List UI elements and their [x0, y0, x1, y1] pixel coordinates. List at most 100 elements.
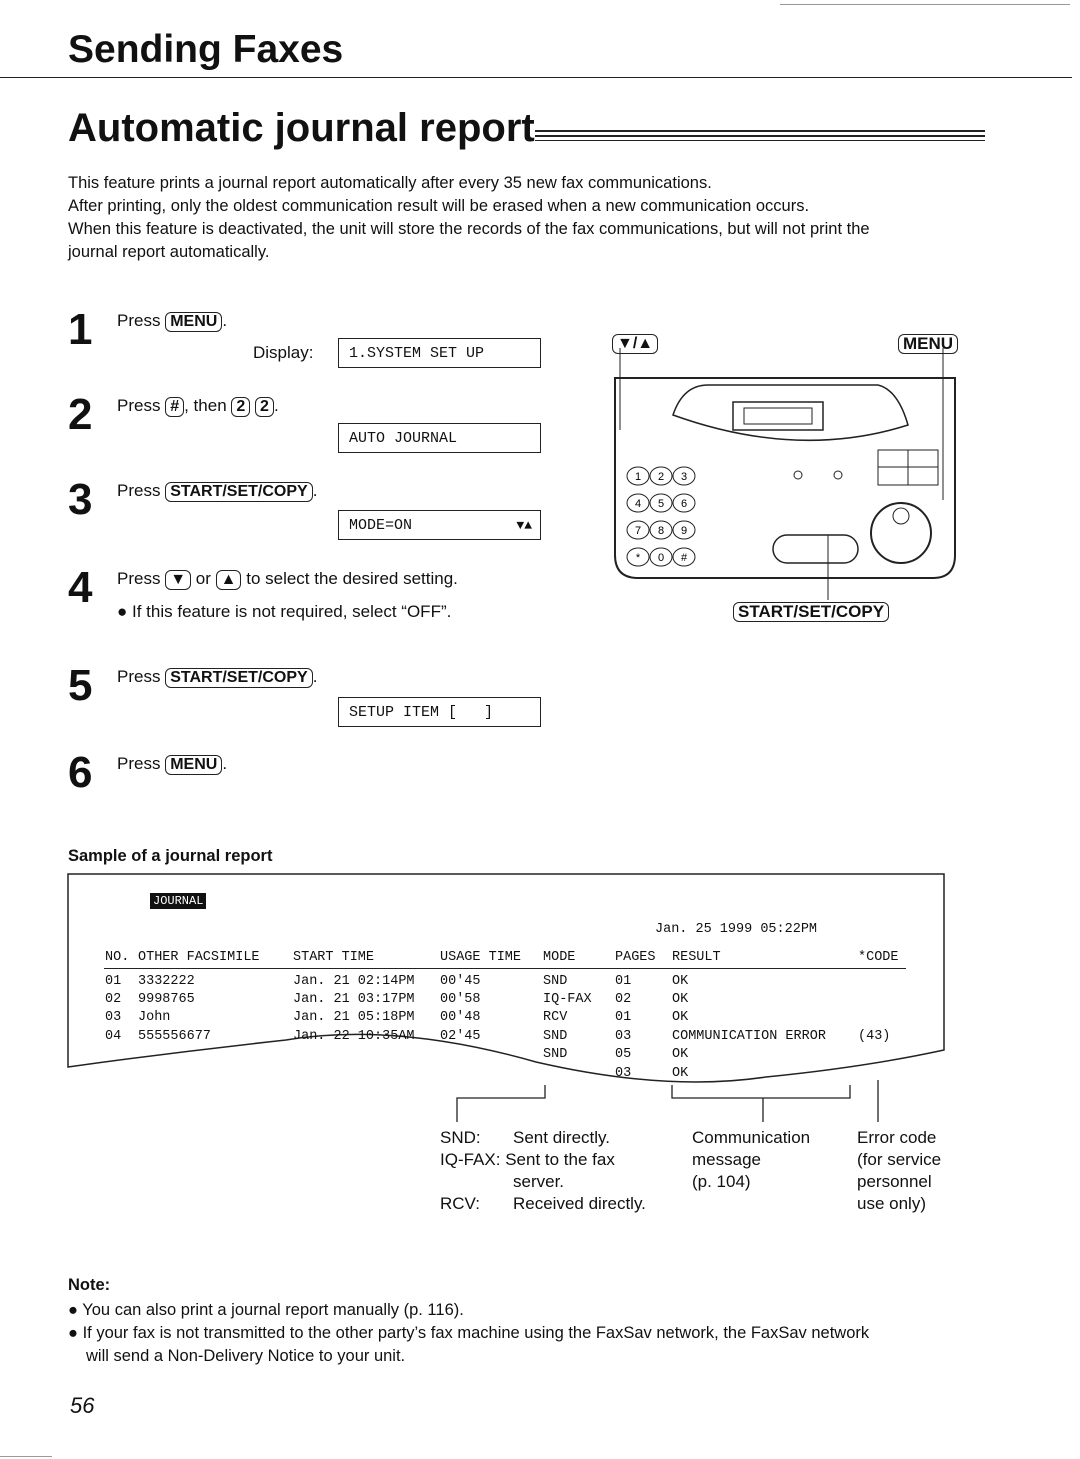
table-cell: OK: [672, 1047, 689, 1062]
key-2: 2: [255, 397, 274, 417]
keypad-key-label: 5: [658, 498, 664, 510]
note-heading: Note:: [68, 1276, 111, 1294]
table-cell: 00'48: [440, 1010, 481, 1025]
keypad-key-label: 7: [635, 525, 641, 537]
step-number: 2: [68, 390, 93, 439]
step-4-bullet: ● If this feature is not required, selec…: [117, 602, 452, 621]
arrows-icon: ▼▲: [516, 518, 532, 533]
intro-line: journal report automatically.: [68, 243, 270, 261]
column-header: MODE: [543, 950, 576, 965]
start-set-copy-key: START/SET/COPY: [165, 482, 313, 502]
step-3-text: Press START/SET/COPY.: [117, 481, 317, 502]
lcd-display: SETUP ITEM [ ]: [338, 697, 541, 727]
text: use only): [857, 1194, 926, 1213]
text: personnel: [857, 1172, 932, 1191]
display-label: Display:: [253, 343, 314, 362]
table-cell: 01: [615, 1010, 632, 1025]
table-cell: 01: [615, 974, 632, 989]
start-set-copy-key: START/SET/COPY: [165, 668, 313, 688]
keypad-key-label: 4: [635, 498, 641, 510]
column-header: START TIME: [293, 950, 375, 965]
text: to select the desired setting.: [246, 569, 458, 588]
step-5-text: Press START/SET/COPY.: [117, 667, 317, 688]
title-rule: [535, 135, 985, 137]
text: Communication: [692, 1128, 811, 1147]
keypad-key-label: 9: [681, 525, 687, 537]
step-number: 4: [68, 563, 93, 612]
note-item-cont: will send a Non-Delivery Notice to your …: [86, 1347, 406, 1365]
hash-key: #: [165, 397, 185, 417]
section-title: Sending Faxes: [68, 28, 344, 71]
table-cell: 555556677: [138, 1029, 211, 1044]
title-rule: [535, 140, 985, 141]
text: If this feature is not required, select …: [132, 602, 452, 621]
table-cell: Jan. 22 10:35AM: [293, 1029, 415, 1044]
column-header: PAGES: [615, 950, 656, 965]
text: Press: [117, 311, 161, 330]
table-cell: RCV: [543, 1010, 568, 1025]
text: SND:: [440, 1128, 481, 1147]
table-cell: 02: [615, 992, 632, 1007]
column-header: OTHER FACSIMILE: [138, 950, 260, 965]
note-item: ● You can also print a journal report ma…: [68, 1301, 464, 1319]
step-4-text: Press ▼ or ▲ to select the desired setti…: [117, 569, 458, 590]
table-cell: 03: [105, 1010, 122, 1025]
step-1-text: Press MENU.: [117, 311, 227, 332]
code-legend: Error code (for service personnel use on…: [857, 1127, 941, 1215]
key-2: 2: [231, 397, 251, 417]
table-cell: SND: [543, 1029, 568, 1044]
text: RCV:: [440, 1194, 480, 1213]
table-cell: John: [138, 1010, 171, 1025]
table-cell: Jan. 21 02:14PM: [293, 974, 415, 989]
text: You can also print a journal report manu…: [82, 1301, 464, 1319]
text: (p. 104): [692, 1172, 751, 1191]
table-cell: OK: [672, 974, 689, 989]
menu-key: MENU: [165, 755, 223, 775]
intro-line: This feature prints a journal report aut…: [68, 174, 712, 192]
annotation-leader-lines: [456, 1080, 879, 1122]
step-number: 5: [68, 661, 93, 710]
table-cell: 03: [615, 1029, 632, 1044]
text: Press: [117, 396, 161, 415]
text: message: [692, 1150, 761, 1169]
intro-line: After printing, only the oldest communic…: [68, 197, 810, 215]
text: IQ-FAX:: [440, 1150, 501, 1169]
message-legend: Communication message (p. 104): [692, 1127, 810, 1193]
table-cell: 05: [615, 1047, 632, 1062]
keypad-key-label: 8: [658, 525, 664, 537]
step-2-text: Press #, then 2 2.: [117, 396, 279, 417]
header-rule: [0, 77, 1072, 78]
mode-legend: SND: Sent directly. IQ-FAX: Sent to the f…: [440, 1127, 680, 1215]
lcd-display: AUTO JOURNAL: [338, 423, 541, 453]
report-datetime: Jan. 25 1999 05:22PM: [655, 922, 818, 937]
column-header: RESULT: [672, 950, 721, 965]
lcd-display: 1.SYSTEM SET UP: [338, 338, 541, 368]
fax-panel-drawing: 1 2 3 4 5 6 7 8 9 * 0 #: [614, 348, 956, 600]
table-cell: 00'58: [440, 992, 481, 1007]
table-cell: OK: [672, 1010, 689, 1025]
table-cell: 02: [105, 992, 122, 1007]
table-header-rule: [104, 968, 906, 969]
step-6-text: Press MENU.: [117, 754, 227, 775]
table-cell: Jan. 21 05:18PM: [293, 1010, 415, 1025]
table-cell: 03: [615, 1066, 632, 1081]
text: or: [195, 569, 211, 588]
bottom-rule: [0, 1456, 52, 1457]
page-title: Automatic journal report: [68, 106, 535, 150]
table-cell: 04: [105, 1029, 122, 1044]
step-number: 1: [68, 305, 93, 354]
up-key: ▲: [215, 570, 242, 590]
text: .: [222, 311, 228, 330]
table-cell: IQ-FAX: [543, 992, 592, 1007]
text: .: [222, 754, 228, 773]
text: Press: [117, 667, 161, 686]
table-cell: SND: [543, 974, 568, 989]
text: Press: [117, 569, 161, 588]
intro-line: When this feature is deactivated, the un…: [68, 220, 870, 238]
text: (for service: [857, 1150, 942, 1169]
table-cell: SND: [543, 1047, 568, 1062]
table-cell: Jan. 21 03:17PM: [293, 992, 415, 1007]
title-rule: [535, 130, 985, 132]
manual-page: Sending Faxes Automatic journal report T…: [0, 0, 1080, 1459]
top-rule: [780, 4, 1070, 5]
